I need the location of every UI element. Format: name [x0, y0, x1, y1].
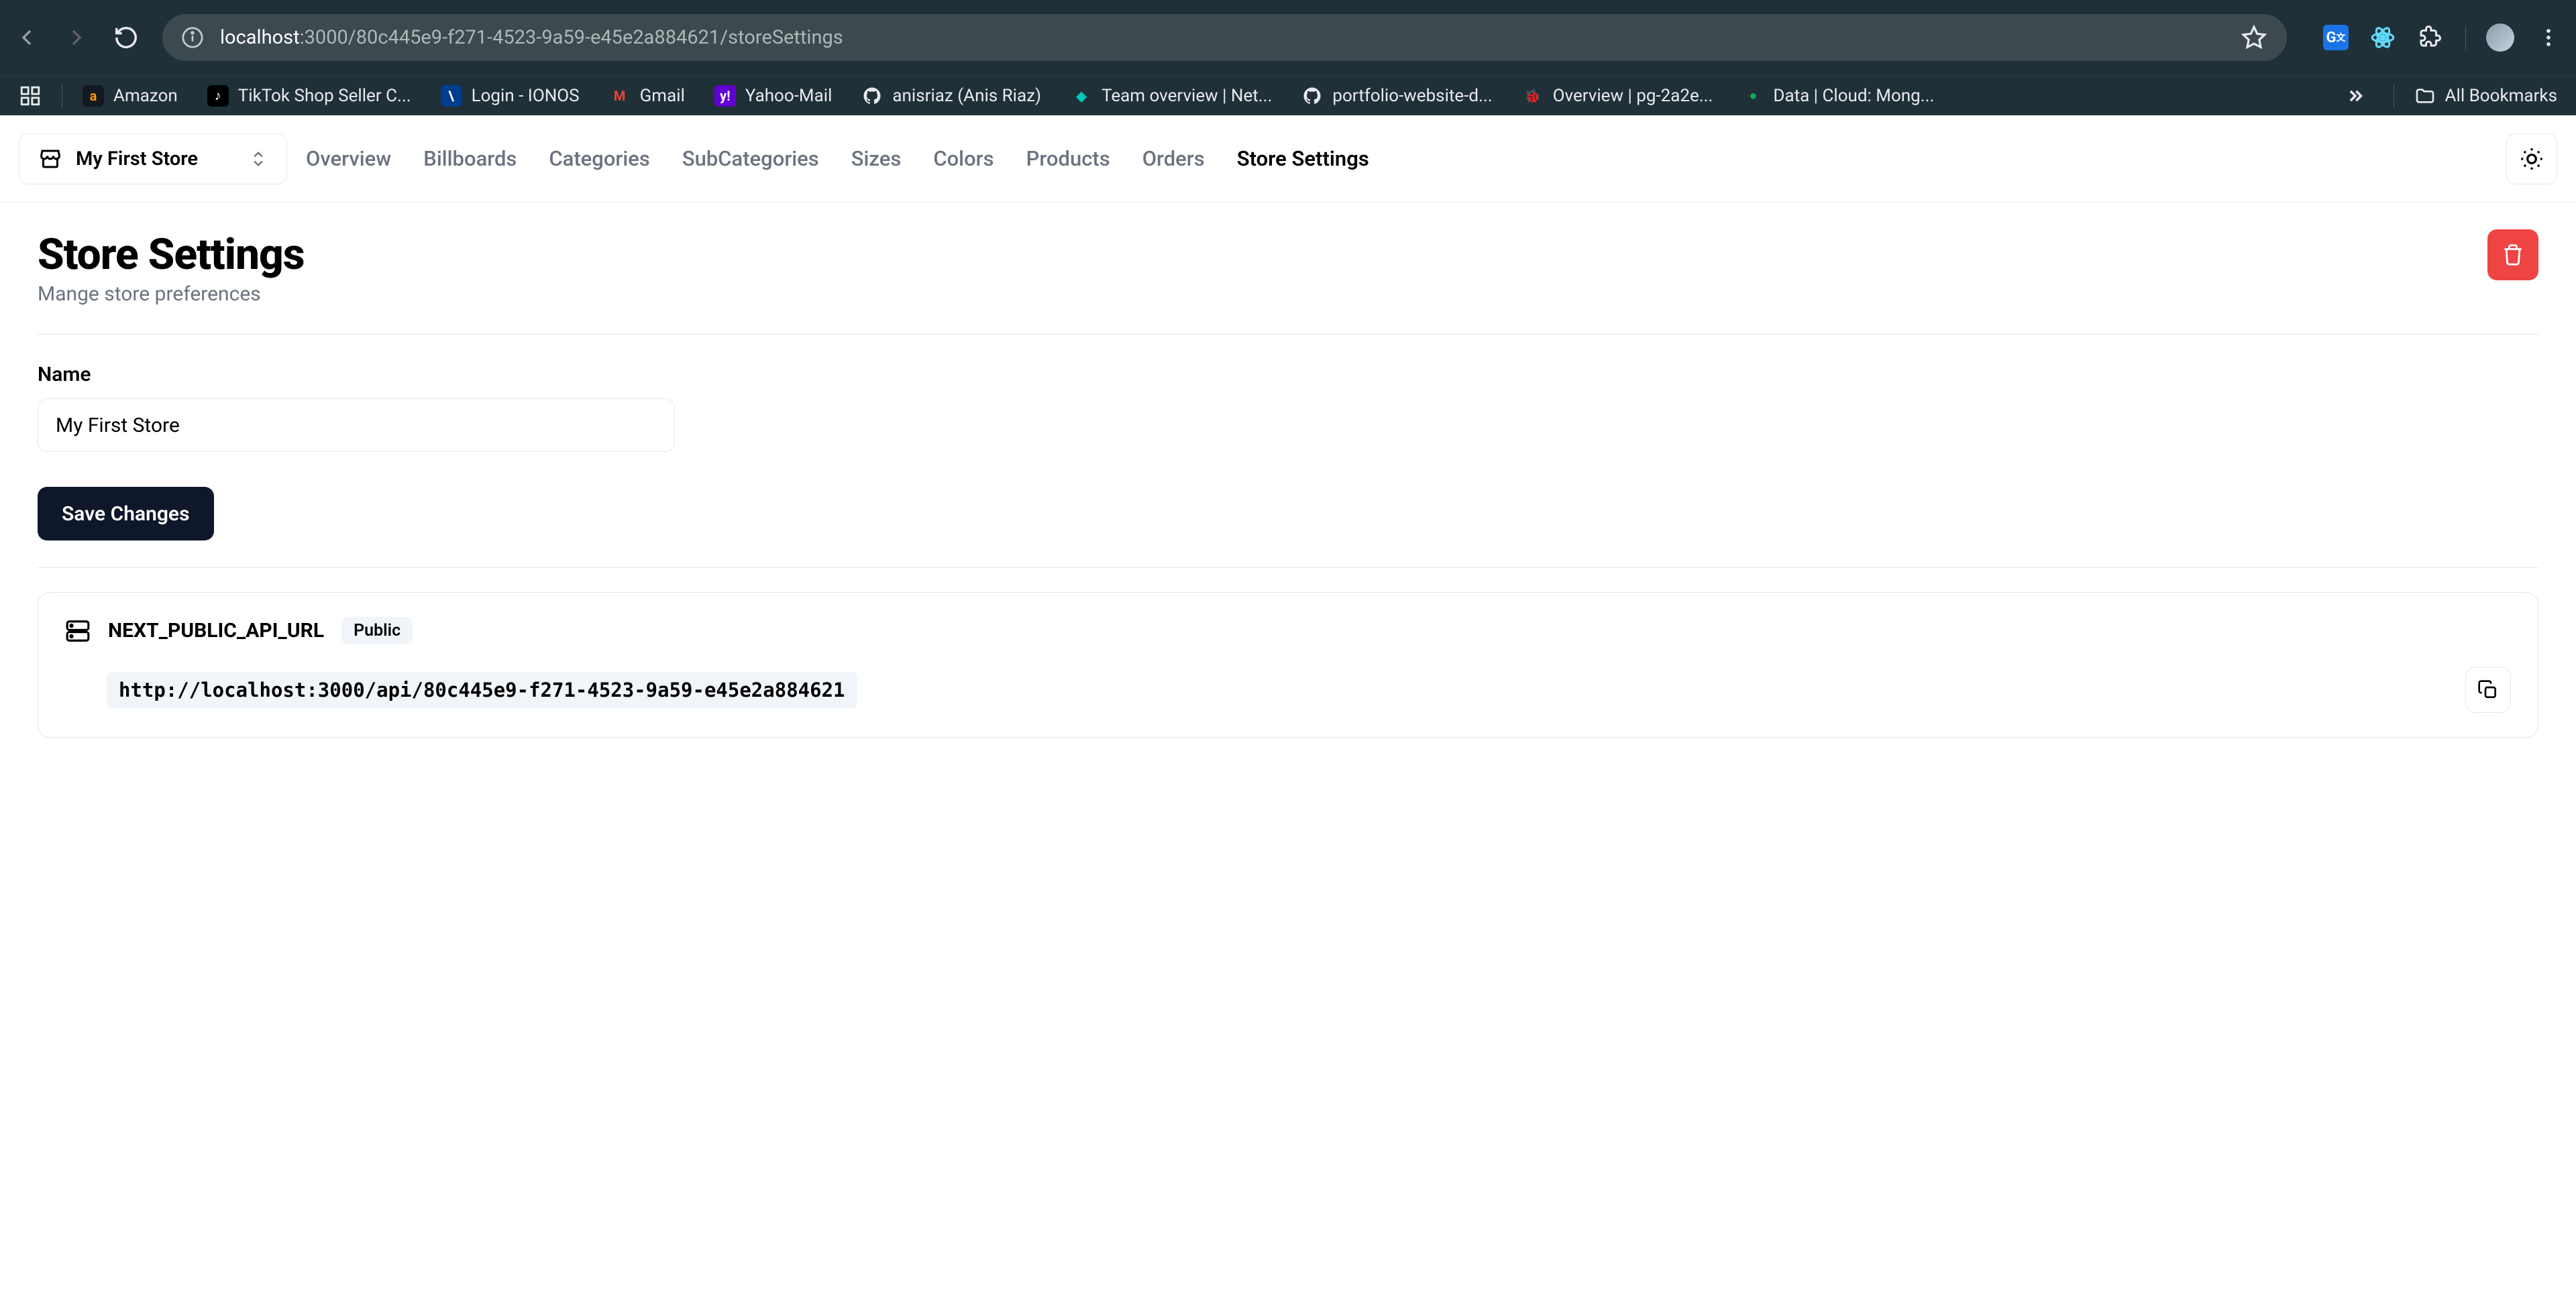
store-switcher-label: My First Store: [76, 148, 198, 170]
bookmark-label: Overview | pg-2a2e...: [1553, 86, 1713, 106]
bookmark-item[interactable]: 🐞 Overview | pg-2a2e...: [1522, 85, 1713, 107]
bookmark-item[interactable]: portfolio-website-d...: [1301, 85, 1492, 107]
extension-translate-icon[interactable]: G文: [2323, 25, 2349, 50]
apps-icon[interactable]: [19, 84, 42, 107]
page-subtitle: Mange store preferences: [38, 282, 305, 306]
app-header: My First Store Overview Billboards Categor…: [0, 115, 2576, 203]
store-switcher[interactable]: My First Store: [19, 133, 287, 184]
url-text: localhost:3000/80c445e9-f271-4523-9a59-e…: [220, 26, 843, 49]
bookmarks-overflow-icon[interactable]: [2337, 84, 2373, 107]
bookmark-item[interactable]: M Gmail: [609, 85, 685, 107]
server-icon: [65, 618, 91, 644]
favicon: ◆: [1071, 85, 1092, 107]
nav-item-overview[interactable]: Overview: [306, 146, 391, 171]
bookmark-label: TikTok Shop Seller C...: [238, 86, 411, 106]
nav-item-colors[interactable]: Colors: [933, 146, 994, 171]
bookmark-item[interactable]: a Amazon: [83, 85, 178, 107]
bookmark-label: Yahoo-Mail: [745, 86, 832, 106]
nav-item-sizes[interactable]: Sizes: [851, 146, 902, 171]
bookmark-item[interactable]: ♪ TikTok Shop Seller C...: [207, 85, 411, 107]
favicon: \: [441, 85, 462, 107]
store-icon: [38, 147, 62, 171]
nav-item-orders[interactable]: Orders: [1142, 146, 1205, 171]
favicon: ♪: [207, 85, 229, 107]
favicon: ●: [1742, 85, 1764, 107]
site-info-icon[interactable]: [181, 26, 204, 49]
favicon: M: [609, 85, 631, 107]
profile-avatar[interactable]: [2486, 23, 2514, 52]
chrome-menu-icon[interactable]: [2534, 23, 2563, 52]
copy-button[interactable]: [2465, 667, 2511, 713]
favicon: y!: [714, 85, 736, 107]
divider: [38, 567, 2538, 568]
address-bar[interactable]: localhost:3000/80c445e9-f271-4523-9a59-e…: [162, 14, 2287, 61]
page-header: Store Settings Mange store preferences: [38, 229, 2538, 335]
forward-button[interactable]: [63, 24, 90, 51]
copy-icon: [2477, 679, 2499, 701]
settings-form: Name Save Changes: [38, 335, 2538, 540]
favicon: 🐞: [1522, 85, 1544, 107]
name-input[interactable]: [38, 398, 675, 452]
bookmark-label: Login - IONOS: [472, 86, 580, 106]
sun-icon: [2519, 146, 2544, 172]
reload-button[interactable]: [113, 24, 140, 51]
trash-icon: [2502, 243, 2524, 266]
public-badge: Public: [341, 617, 413, 644]
github-icon: [1301, 85, 1323, 107]
page-content: Store Settings Mange store preferences N…: [0, 203, 2576, 764]
bookmark-label: Team overview | Net...: [1102, 86, 1272, 106]
browser-actions: G文: [2310, 23, 2563, 52]
extension-react-devtools-icon[interactable]: [2369, 23, 2397, 52]
bookmark-label: portfolio-website-d...: [1332, 86, 1492, 106]
github-icon: [861, 85, 883, 107]
chevron-updown-icon: [249, 150, 268, 168]
nav-item-store-settings[interactable]: Store Settings: [1237, 146, 1369, 171]
bookmark-label: anisriaz (Anis Riaz): [892, 86, 1041, 106]
api-card: NEXT_PUBLIC_API_URL Public http://localh…: [38, 592, 2538, 738]
nav-item-subcategories[interactable]: SubCategories: [682, 146, 819, 171]
bookmark-item[interactable]: \ Login - IONOS: [441, 85, 580, 107]
extensions-icon[interactable]: [2417, 23, 2445, 52]
all-bookmarks-button[interactable]: All Bookmarks: [2414, 85, 2557, 107]
back-button[interactable]: [13, 24, 40, 51]
bookmark-item[interactable]: anisriaz (Anis Riaz): [861, 85, 1041, 107]
bookmark-item[interactable]: ◆ Team overview | Net...: [1071, 85, 1272, 107]
bookmark-label: Data | Cloud: Mong...: [1773, 86, 1934, 106]
theme-toggle-button[interactable]: [2506, 133, 2557, 184]
app-root: My First Store Overview Billboards Categor…: [0, 115, 2576, 764]
nav-item-billboards[interactable]: Billboards: [423, 146, 517, 171]
nav-item-categories[interactable]: Categories: [549, 146, 649, 171]
bookmark-label: Gmail: [640, 86, 685, 106]
favicon: a: [83, 85, 104, 107]
main-nav: Overview Billboards Categories SubCategorie…: [306, 146, 1369, 171]
api-var-name: NEXT_PUBLIC_API_URL: [108, 619, 324, 642]
nav-item-products[interactable]: Products: [1026, 146, 1110, 171]
delete-button[interactable]: [2487, 229, 2538, 280]
bookmark-item[interactable]: ● Data | Cloud: Mong...: [1742, 85, 1934, 107]
browser-toolbar: localhost:3000/80c445e9-f271-4523-9a59-e…: [0, 0, 2576, 75]
page-title: Store Settings: [38, 229, 305, 280]
bookmark-label: Amazon: [113, 86, 178, 106]
bookmark-star-icon[interactable]: [2240, 23, 2268, 52]
bookmarks-bar: a Amazon ♪ TikTok Shop Seller C... \ Login - …: [0, 75, 2576, 115]
save-button[interactable]: Save Changes: [38, 487, 214, 540]
name-label: Name: [38, 363, 2538, 386]
api-url: http://localhost:3000/api/80c445e9-f271-…: [107, 672, 857, 708]
bookmark-item[interactable]: y! Yahoo-Mail: [714, 85, 832, 107]
